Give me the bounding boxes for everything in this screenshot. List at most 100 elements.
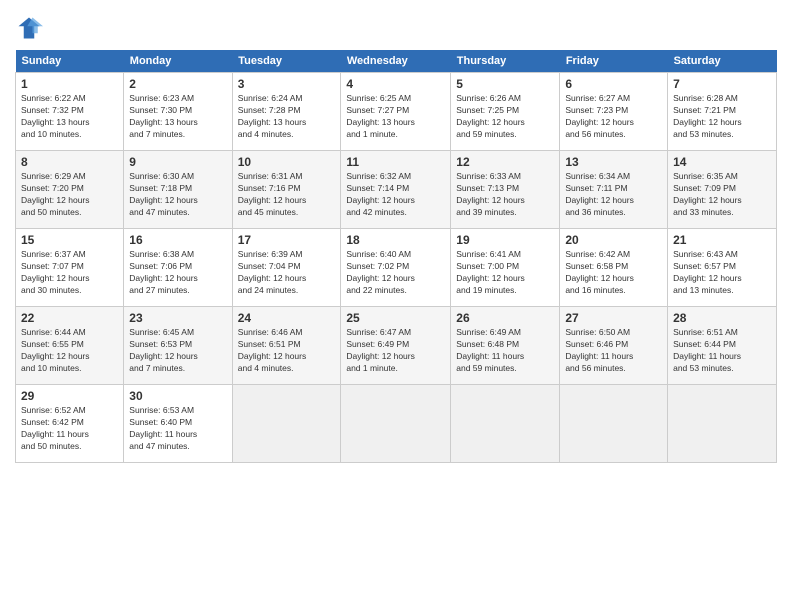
day-info: Daylight: 11 hours	[21, 429, 118, 441]
day-info: and 4 minutes.	[238, 129, 336, 141]
table-row: 19Sunrise: 6:41 AMSunset: 7:00 PMDayligh…	[451, 229, 560, 307]
day-info: Daylight: 12 hours	[129, 273, 226, 285]
day-info: Sunset: 6:55 PM	[21, 339, 118, 351]
day-info: and 53 minutes.	[673, 363, 771, 375]
day-info: Daylight: 11 hours	[129, 429, 226, 441]
table-row: 15Sunrise: 6:37 AMSunset: 7:07 PMDayligh…	[16, 229, 124, 307]
table-row: 28Sunrise: 6:51 AMSunset: 6:44 PMDayligh…	[668, 307, 777, 385]
day-info: and 22 minutes.	[346, 285, 445, 297]
day-info: Sunset: 7:32 PM	[21, 105, 118, 117]
table-row	[451, 385, 560, 463]
day-info: Daylight: 11 hours	[565, 351, 662, 363]
table-row: 25Sunrise: 6:47 AMSunset: 6:49 PMDayligh…	[341, 307, 451, 385]
table-row: 29Sunrise: 6:52 AMSunset: 6:42 PMDayligh…	[16, 385, 124, 463]
logo	[15, 14, 46, 42]
day-info: Daylight: 12 hours	[673, 117, 771, 129]
day-number: 20	[565, 233, 662, 247]
day-info: Daylight: 12 hours	[238, 273, 336, 285]
day-info: Daylight: 13 hours	[129, 117, 226, 129]
table-row: 13Sunrise: 6:34 AMSunset: 7:11 PMDayligh…	[560, 151, 668, 229]
day-info: and 1 minute.	[346, 129, 445, 141]
day-info: Sunrise: 6:49 AM	[456, 327, 554, 339]
col-sunday: Sunday	[16, 50, 124, 73]
day-number: 2	[129, 77, 226, 91]
day-info: Sunset: 6:48 PM	[456, 339, 554, 351]
day-info: Sunrise: 6:27 AM	[565, 93, 662, 105]
day-info: Sunset: 7:28 PM	[238, 105, 336, 117]
day-info: Daylight: 12 hours	[238, 195, 336, 207]
day-info: Sunset: 7:30 PM	[129, 105, 226, 117]
day-info: and 45 minutes.	[238, 207, 336, 219]
day-info: Sunset: 7:18 PM	[129, 183, 226, 195]
day-info: Sunset: 7:14 PM	[346, 183, 445, 195]
day-info: Sunrise: 6:53 AM	[129, 405, 226, 417]
table-row: 8Sunrise: 6:29 AMSunset: 7:20 PMDaylight…	[16, 151, 124, 229]
day-info: and 47 minutes.	[129, 207, 226, 219]
day-number: 26	[456, 311, 554, 325]
day-info: Sunset: 7:04 PM	[238, 261, 336, 273]
day-info: Sunset: 7:27 PM	[346, 105, 445, 117]
table-row: 22Sunrise: 6:44 AMSunset: 6:55 PMDayligh…	[16, 307, 124, 385]
day-number: 3	[238, 77, 336, 91]
day-info: Sunrise: 6:40 AM	[346, 249, 445, 261]
day-info: and 19 minutes.	[456, 285, 554, 297]
day-info: and 13 minutes.	[673, 285, 771, 297]
day-info: and 59 minutes.	[456, 363, 554, 375]
day-info: Sunrise: 6:52 AM	[21, 405, 118, 417]
calendar-week-row: 8Sunrise: 6:29 AMSunset: 7:20 PMDaylight…	[16, 151, 777, 229]
day-info: Sunrise: 6:42 AM	[565, 249, 662, 261]
day-info: and 24 minutes.	[238, 285, 336, 297]
day-number: 1	[21, 77, 118, 91]
day-number: 19	[456, 233, 554, 247]
day-info: Sunset: 7:21 PM	[673, 105, 771, 117]
day-info: Sunrise: 6:50 AM	[565, 327, 662, 339]
table-row: 10Sunrise: 6:31 AMSunset: 7:16 PMDayligh…	[232, 151, 341, 229]
day-info: Daylight: 12 hours	[565, 117, 662, 129]
day-info: Daylight: 12 hours	[673, 273, 771, 285]
day-info: Sunrise: 6:37 AM	[21, 249, 118, 261]
day-info: Sunset: 6:40 PM	[129, 417, 226, 429]
day-info: Sunrise: 6:38 AM	[129, 249, 226, 261]
day-info: Sunset: 7:13 PM	[456, 183, 554, 195]
day-number: 22	[21, 311, 118, 325]
day-info: and 27 minutes.	[129, 285, 226, 297]
day-info: Sunset: 6:42 PM	[21, 417, 118, 429]
day-info: and 56 minutes.	[565, 363, 662, 375]
day-info: Sunrise: 6:26 AM	[456, 93, 554, 105]
day-number: 14	[673, 155, 771, 169]
day-info: Sunrise: 6:35 AM	[673, 171, 771, 183]
table-row: 27Sunrise: 6:50 AMSunset: 6:46 PMDayligh…	[560, 307, 668, 385]
col-wednesday: Wednesday	[341, 50, 451, 73]
day-info: Daylight: 11 hours	[456, 351, 554, 363]
table-row: 6Sunrise: 6:27 AMSunset: 7:23 PMDaylight…	[560, 73, 668, 151]
calendar-header-row: Sunday Monday Tuesday Wednesday Thursday…	[16, 50, 777, 73]
day-info: Daylight: 12 hours	[21, 195, 118, 207]
day-info: Sunrise: 6:24 AM	[238, 93, 336, 105]
day-info: Daylight: 12 hours	[456, 273, 554, 285]
day-info: Daylight: 12 hours	[456, 195, 554, 207]
day-info: Daylight: 12 hours	[565, 195, 662, 207]
day-number: 13	[565, 155, 662, 169]
col-thursday: Thursday	[451, 50, 560, 73]
day-info: Sunset: 7:23 PM	[565, 105, 662, 117]
day-info: and 4 minutes.	[238, 363, 336, 375]
day-info: Sunrise: 6:29 AM	[21, 171, 118, 183]
day-info: Sunrise: 6:39 AM	[238, 249, 336, 261]
day-info: Sunrise: 6:51 AM	[673, 327, 771, 339]
day-info: and 30 minutes.	[21, 285, 118, 297]
table-row: 5Sunrise: 6:26 AMSunset: 7:25 PMDaylight…	[451, 73, 560, 151]
day-info: Sunrise: 6:46 AM	[238, 327, 336, 339]
day-number: 27	[565, 311, 662, 325]
day-info: and 56 minutes.	[565, 129, 662, 141]
day-number: 23	[129, 311, 226, 325]
day-number: 16	[129, 233, 226, 247]
day-info: Sunrise: 6:22 AM	[21, 93, 118, 105]
day-info: and 59 minutes.	[456, 129, 554, 141]
day-info: Sunset: 6:57 PM	[673, 261, 771, 273]
day-number: 8	[21, 155, 118, 169]
calendar-week-row: 1 Sunrise: 6:22 AMSunset: 7:32 PM Daylight…	[16, 73, 777, 151]
day-number: 28	[673, 311, 771, 325]
day-info: Sunrise: 6:31 AM	[238, 171, 336, 183]
day-info: and 10 minutes.	[21, 129, 118, 141]
day-info: and 42 minutes.	[346, 207, 445, 219]
